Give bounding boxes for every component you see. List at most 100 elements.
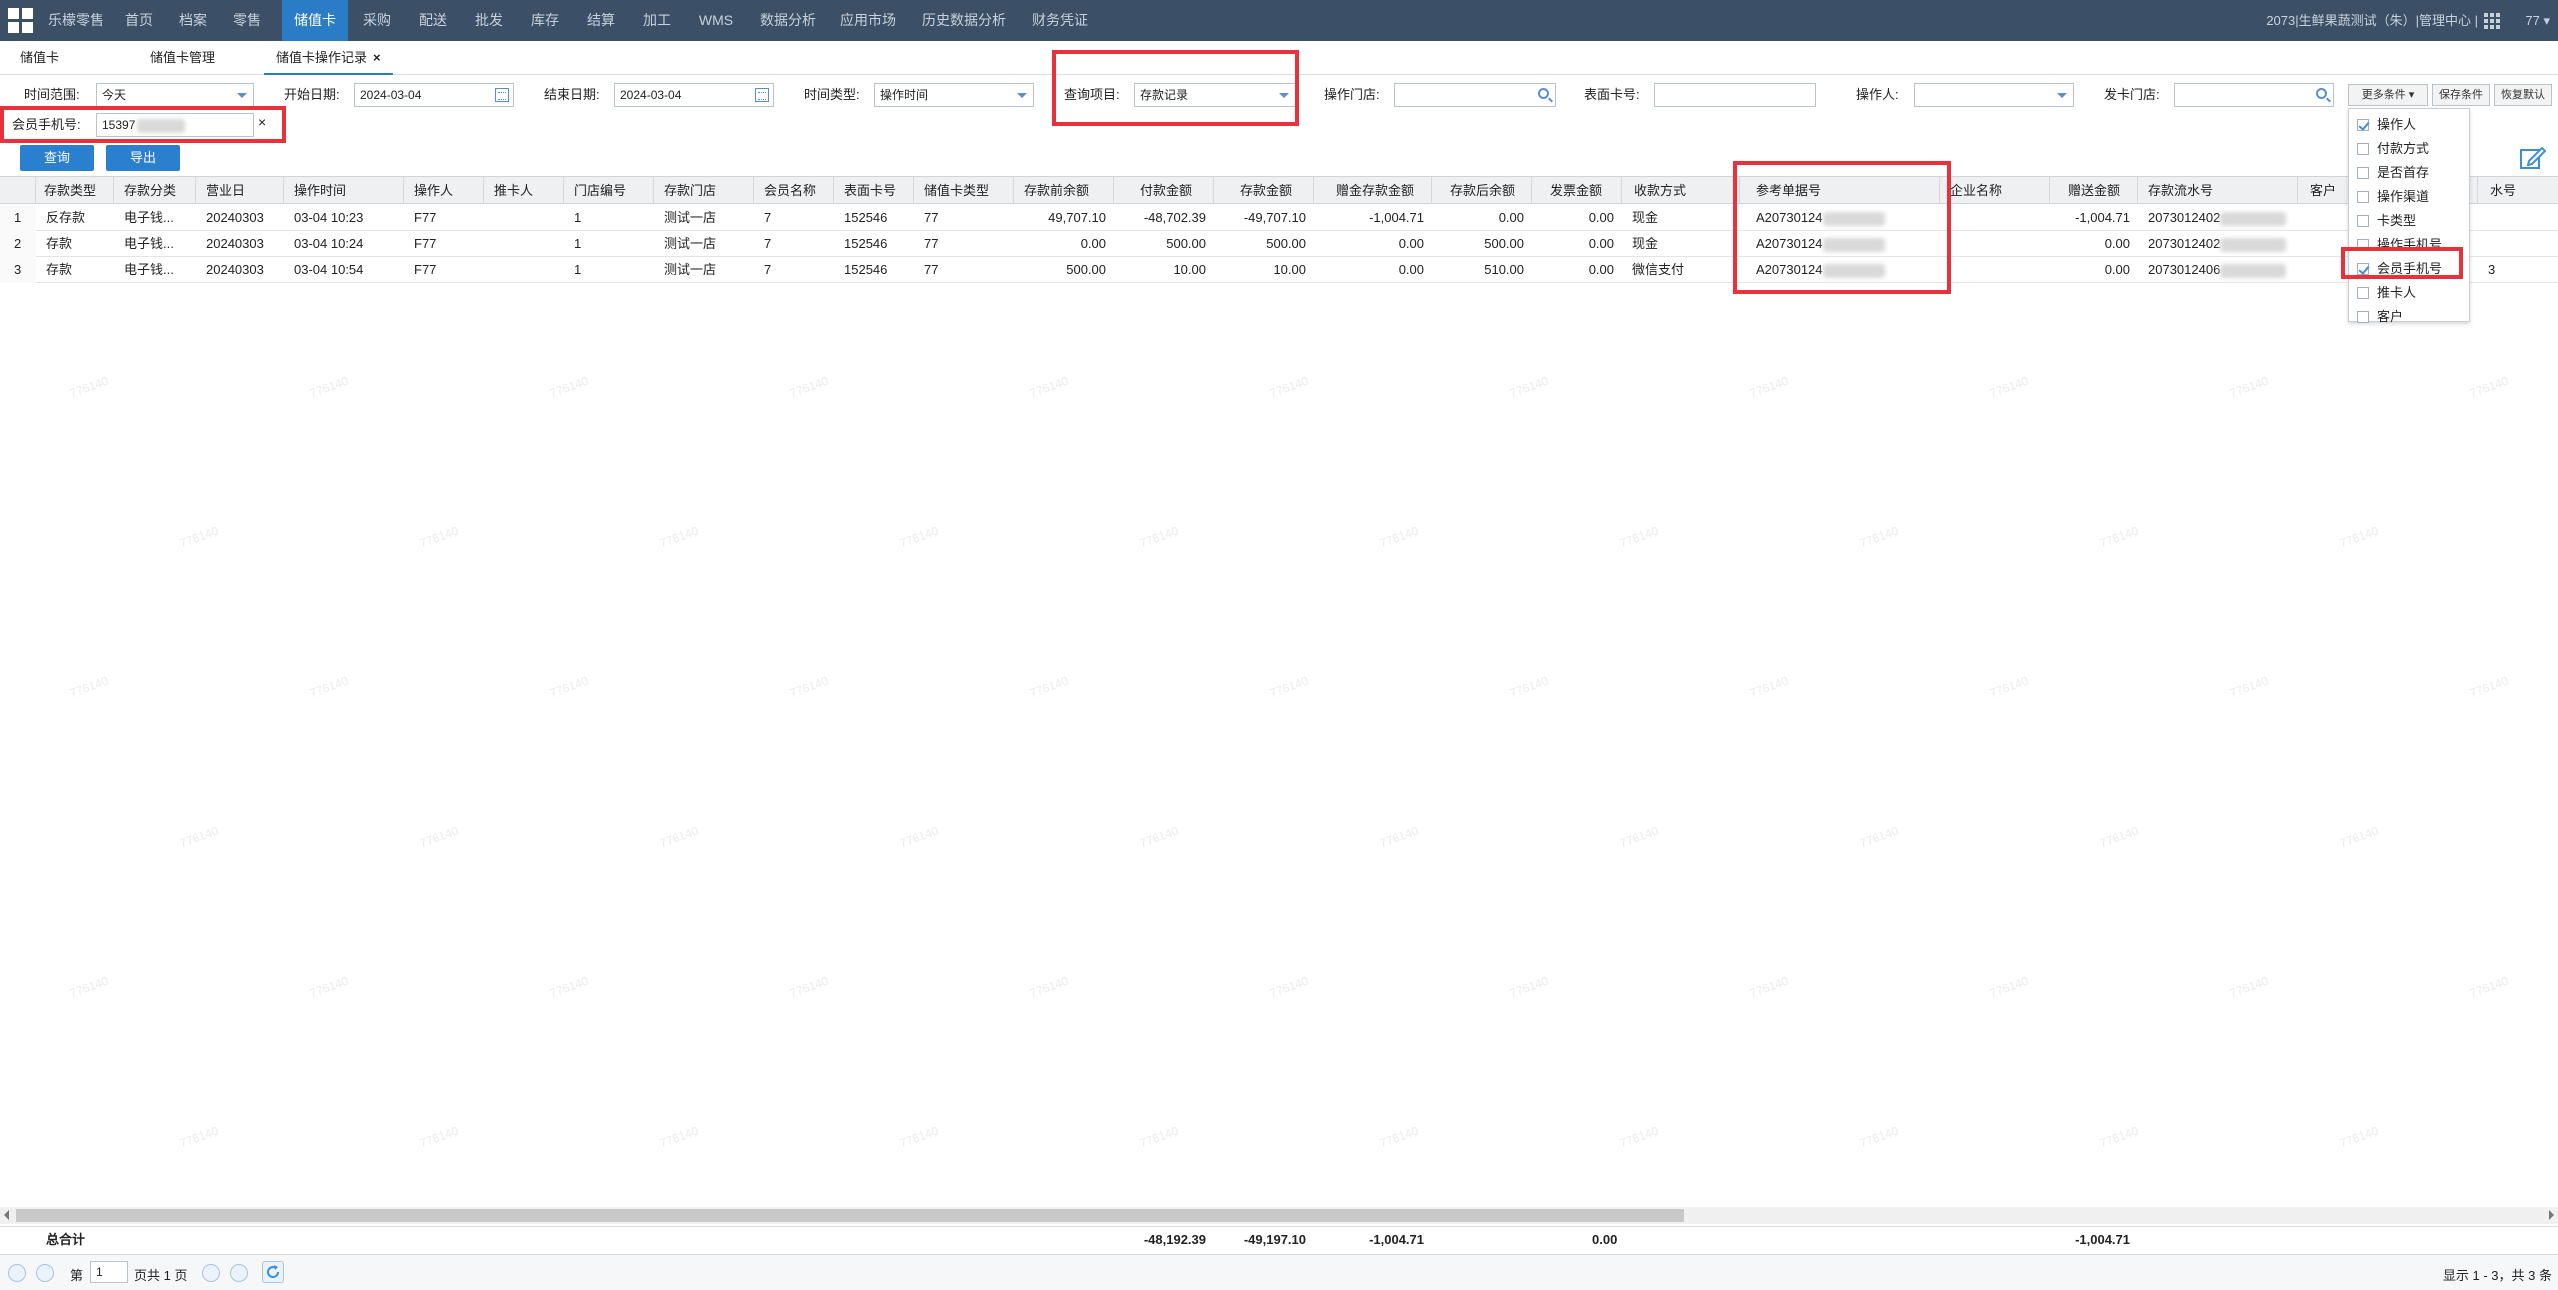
col-header[interactable]: 操作时间 [284,177,404,204]
nav-item-processing[interactable]: 加工 [636,0,678,41]
calendar-icon[interactable] [495,88,509,102]
condition-option[interactable]: 客户 [2357,305,2403,329]
nav-item-wholesale[interactable]: 批发 [468,0,510,41]
col-header[interactable]: 门店编号 [564,177,654,204]
nav-item-wms[interactable]: WMS [692,0,740,41]
col-header[interactable]: 存款后余额 [1432,177,1532,204]
condition-option[interactable]: 操作渠道 [2357,185,2429,209]
col-header[interactable]: 会员名称 [754,177,834,204]
table-row[interactable]: 2 存款 电子钱... 20240303 03-04 10:24 F77 1 测试一店 7 152… [0,231,2558,257]
next-page-icon[interactable] [202,1264,220,1282]
op-store-input[interactable] [1394,83,1556,107]
nav-item-purchase[interactable]: 采购 [356,0,398,41]
nav-item-inventory[interactable]: 库存 [524,0,566,41]
col-header[interactable]: 存款类型 [36,177,114,204]
refresh-icon[interactable] [262,1261,284,1283]
nav-item-data-analysis[interactable]: 数据分析 [756,0,820,41]
time-type-select[interactable]: 操作时间 [874,83,1034,107]
nav-item-finance-voucher[interactable]: 财务凭证 [1028,0,1092,41]
account-info[interactable]: 2073|生鲜果蔬测试（朱）|管理中心 | [2266,0,2478,41]
col-header[interactable]: 操作人 [404,177,484,204]
search-icon[interactable] [2316,88,2327,99]
col-header[interactable]: 赠送金额 [2050,177,2138,204]
nav-item-settlement[interactable]: 结算 [580,0,622,41]
issue-store-input[interactable] [2174,83,2334,107]
checkbox[interactable] [2357,262,2369,275]
first-page-icon[interactable] [8,1264,26,1282]
page-number-input[interactable]: 1 [90,1261,128,1283]
card-no-input[interactable] [1654,83,1816,107]
more-conditions-button[interactable]: 更多条件 ▾ [2348,84,2428,106]
user-menu[interactable]: 77 ▾ [2525,0,2550,41]
col-header[interactable]: 参考单据号 [1740,177,1940,204]
condition-option[interactable]: 是否首存 [2357,161,2429,185]
table-row[interactable]: 1 反存款 电子钱... 20240303 03-04 10:23 F77 1 测试一店 7 15… [0,205,2558,231]
nav-item-history-analysis[interactable]: 历史数据分析 [916,0,1012,41]
time-range-select[interactable]: 今天 [96,83,254,107]
col-header[interactable]: 存款金额 [1214,177,1314,204]
restore-default-button[interactable]: 恢复默认 [2494,84,2552,106]
nav-item-home[interactable]: 首页 [118,0,160,41]
checkbox[interactable] [2357,286,2369,299]
nav-item-distribution[interactable]: 配送 [412,0,454,41]
nav-item-app-market[interactable]: 应用市场 [836,0,900,41]
col-header[interactable]: 发票金额 [1532,177,1622,204]
query-button[interactable]: 查询 [20,145,94,171]
app-grid-logo-icon[interactable] [8,8,33,33]
condition-option[interactable]: 会员手机号 [2357,257,2442,281]
checkbox[interactable] [2357,142,2369,155]
last-page-icon[interactable] [230,1264,248,1282]
col-header[interactable]: 企业名称 [1940,177,2050,204]
col-header[interactable]: 存款前余额 [1014,177,1114,204]
col-header[interactable]: 存款门店 [654,177,754,204]
scrollbar-thumb[interactable] [16,1209,1684,1222]
export-button[interactable]: 导出 [106,145,180,171]
checkbox[interactable] [2357,118,2369,131]
tab-stored-value-card[interactable]: 储值卡 [20,41,59,75]
col-header[interactable]: 营业日 [196,177,284,204]
start-date-input[interactable]: 2024-03-04 [354,83,514,107]
checkbox[interactable] [2357,238,2369,251]
prev-page-icon[interactable] [36,1264,54,1282]
tab-card-operation-log[interactable]: 储值卡操作记录 × [264,41,393,75]
condition-option[interactable]: 操作人 [2357,113,2416,137]
col-header[interactable]: 水号 [2478,177,2558,204]
condition-option[interactable]: 付款方式 [2357,137,2429,161]
table-row[interactable]: 3 存款 电子钱... 20240303 03-04 10:54 F77 1 测试一店 7 152… [0,257,2558,283]
edit-icon[interactable] [2518,144,2547,172]
checkbox[interactable] [2357,310,2369,323]
checkbox[interactable] [2357,190,2369,203]
search-icon[interactable] [1538,88,1549,99]
condition-option[interactable]: 推卡人 [2357,281,2416,305]
more-conditions-label: 更多条件 [2361,89,2406,101]
member-phone-input[interactable]: 15397 [96,113,254,137]
close-icon[interactable]: × [373,50,381,65]
nav-item-archive[interactable]: 档案 [172,0,214,41]
condition-option[interactable]: 卡类型 [2357,209,2416,233]
end-date-input[interactable]: 2024-03-04 [614,83,774,107]
operator-select[interactable] [1914,83,2074,107]
col-header[interactable]: 付款金额 [1114,177,1214,204]
col-header[interactable]: 表面卡号 [834,177,914,204]
col-header[interactable]: 推卡人 [484,177,564,204]
col-header[interactable]: 存款流水号 [2138,177,2298,204]
scroll-left-icon[interactable] [4,1210,9,1220]
tab-card-management[interactable]: 储值卡管理 [150,41,215,75]
checkbox[interactable] [2357,214,2369,227]
nav-item-retail[interactable]: 零售 [226,0,268,41]
condition-option[interactable]: 操作手机号 [2357,233,2442,257]
checkbox[interactable] [2357,166,2369,179]
nav-item-stored-value-card[interactable]: 储值卡 [282,0,348,41]
clear-icon[interactable]: × [258,110,266,134]
scroll-right-icon[interactable] [2549,1210,2554,1220]
query-item-select[interactable]: 存款记录 [1134,83,1296,107]
col-header[interactable]: 赠金存款金额 [1314,177,1432,204]
col-header[interactable]: 储值卡类型 [914,177,1014,204]
calendar-icon[interactable] [755,88,769,102]
nav-item-lemon-retail[interactable]: 乐檬零售 [44,0,108,41]
horizontal-scrollbar[interactable] [0,1207,2558,1224]
save-conditions-button[interactable]: 保存条件 [2432,84,2490,106]
col-header[interactable]: 收款方式 [1622,177,1740,204]
col-header[interactable]: 存款分类 [114,177,196,204]
apps-grid-icon[interactable] [2484,13,2500,29]
